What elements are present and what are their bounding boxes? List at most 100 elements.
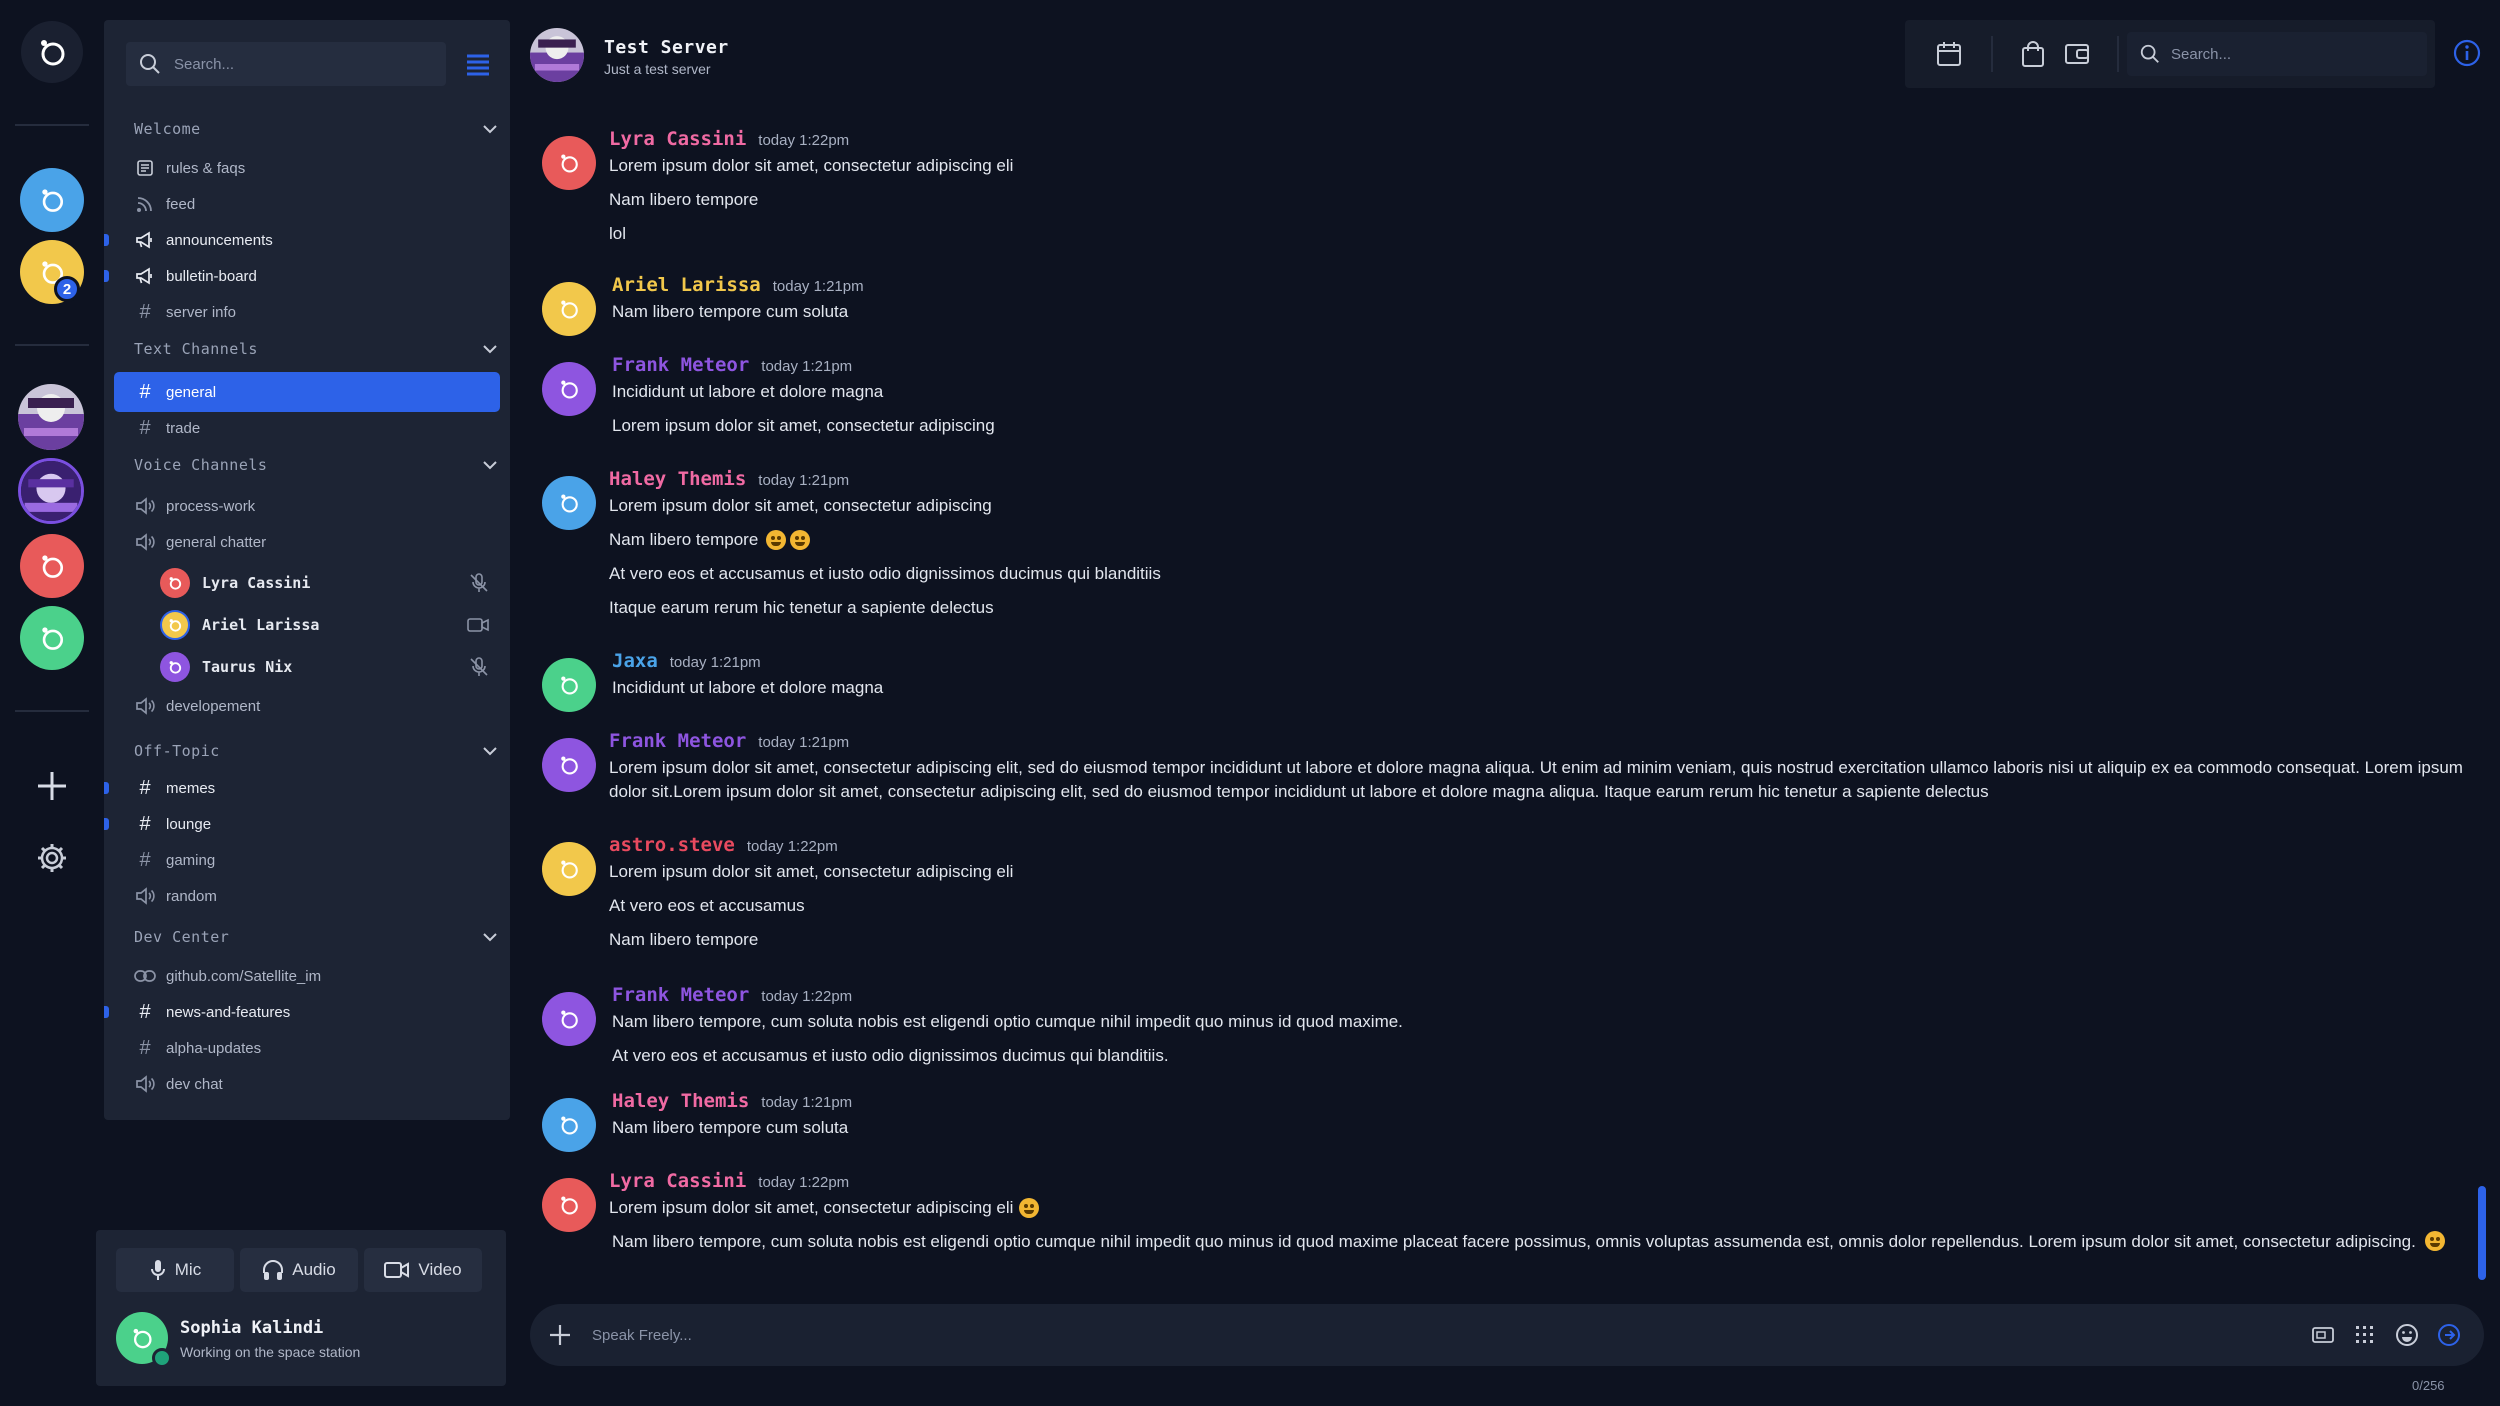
author-name[interactable]: Haley Themis [609, 468, 746, 490]
channel-feed[interactable]: feed [134, 188, 488, 220]
message-meta: Haley Themis today 1:21pm [612, 1090, 852, 1112]
headphones-icon [263, 1260, 284, 1280]
emoji-button[interactable] [2392, 1320, 2422, 1350]
channel-github-link[interactable]: github.com/Satellite_im [134, 960, 488, 992]
avatar[interactable] [542, 842, 596, 896]
channel-alpha-updates[interactable]: # alpha-updates [134, 1032, 488, 1064]
add-server-button[interactable] [30, 764, 74, 808]
scrollbar-thumb[interactable] [2478, 1186, 2486, 1280]
server-red[interactable] [20, 534, 84, 598]
channel-lounge[interactable]: # lounge [134, 808, 488, 840]
hash-icon: # [139, 1000, 151, 1023]
author-name[interactable]: Frank Meteor [609, 730, 746, 752]
mic-off-icon [470, 657, 488, 676]
sidebar-search[interactable]: Search... [126, 42, 446, 86]
channel-general-chatter[interactable]: general chatter [134, 526, 488, 558]
channel-server-info[interactable]: # server info [134, 296, 488, 328]
message-meta: Ariel Larissa today 1:21pm [612, 274, 864, 296]
channel-announcements[interactable]: announcements [134, 224, 488, 256]
mic-button[interactable]: Mic [116, 1248, 234, 1292]
channel-dev-chat[interactable]: dev chat [134, 1068, 488, 1100]
hash-icon: # [139, 812, 151, 835]
server-avatar-purple[interactable] [18, 384, 84, 450]
chevron-down-icon [483, 747, 497, 756]
message-input[interactable] [592, 1316, 2192, 1354]
channel-label: bulletin-board [166, 267, 257, 285]
channel-general[interactable]: # general [114, 372, 500, 412]
category-dev-center[interactable]: Dev Center [134, 922, 500, 952]
sticker-button[interactable] [2350, 1320, 2380, 1350]
message-text: Lorem ipsum dolor sit amet, consectetur … [609, 862, 1014, 881]
server-avatar-violet[interactable] [18, 458, 84, 524]
voice-user[interactable]: Lyra Cassini [160, 566, 490, 600]
author-name[interactable]: astro.steve [609, 834, 735, 856]
channel-gaming[interactable]: # gaming [134, 844, 488, 876]
avatar[interactable] [542, 658, 596, 712]
author-name[interactable]: Frank Meteor [612, 354, 749, 376]
calendar-button[interactable] [1933, 38, 1965, 70]
send-button[interactable] [2434, 1320, 2464, 1350]
author-name[interactable]: Ariel Larissa [612, 274, 761, 296]
megaphone-icon [134, 265, 156, 287]
gif-button[interactable] [2308, 1320, 2338, 1350]
avatar[interactable] [542, 282, 596, 336]
send-icon [2438, 1324, 2460, 1346]
video-button[interactable]: Video [364, 1248, 482, 1292]
author-name[interactable]: Lyra Cassini [609, 1170, 746, 1192]
channel-memes[interactable]: # memes [134, 772, 488, 804]
avatar [160, 610, 190, 640]
author-name[interactable]: Haley Themis [612, 1090, 749, 1112]
home-logo[interactable] [21, 21, 83, 83]
menu-button[interactable] [464, 50, 492, 78]
channel-bulletin-board[interactable]: bulletin-board [134, 260, 488, 292]
logo-icon [561, 1196, 578, 1215]
channel-label: dev chat [166, 1075, 223, 1093]
channel-label: server info [166, 303, 237, 321]
audio-button[interactable]: Audio [240, 1248, 358, 1292]
avatar[interactable] [542, 1098, 596, 1152]
message-composer [530, 1304, 2484, 1366]
speaker-icon [134, 695, 156, 717]
channel-news-and-features[interactable]: # news-and-features [134, 996, 488, 1028]
search-placeholder: Search... [174, 55, 235, 73]
avatar[interactable] [542, 362, 596, 416]
channel-trade[interactable]: # trade [134, 412, 488, 444]
server-blue[interactable] [20, 168, 84, 232]
message-list: Lyra Cassini today 1:22pm Lorem ipsum do… [530, 110, 2463, 1290]
logo-icon [561, 1116, 578, 1135]
avatar-art [21, 461, 81, 521]
voice-user[interactable]: Taurus Nix [160, 650, 490, 684]
channel-random[interactable]: random [134, 880, 488, 912]
chevron-down-icon [483, 345, 497, 354]
message-text: Lorem ipsum dolor sit amet, consectetur … [609, 496, 992, 515]
search-icon [140, 54, 160, 74]
attach-button[interactable] [544, 1319, 576, 1351]
category-welcome[interactable]: Welcome [134, 114, 500, 144]
wallet-button[interactable] [2061, 38, 2093, 70]
avatar[interactable] [542, 1178, 596, 1232]
server-avatar[interactable] [530, 28, 584, 82]
author-name[interactable]: Frank Meteor [612, 984, 749, 1006]
logo-icon [133, 1328, 152, 1349]
avatar[interactable] [542, 992, 596, 1046]
category-off-topic[interactable]: Off-Topic [134, 736, 500, 766]
header-search[interactable]: Search... [2127, 32, 2427, 76]
author-name[interactable]: Jaxa [612, 650, 658, 672]
category-text-channels[interactable]: Text Channels [134, 334, 500, 364]
avatar[interactable] [542, 738, 596, 792]
avatar[interactable] [542, 476, 596, 530]
avatar[interactable] [542, 136, 596, 190]
info-button[interactable] [2452, 38, 2482, 68]
channel-developement[interactable]: developement [134, 690, 488, 722]
avatar [160, 652, 190, 682]
marketplace-button[interactable] [2017, 38, 2049, 70]
voice-user[interactable]: Ariel Larissa [160, 608, 490, 642]
server-green[interactable] [20, 606, 84, 670]
category-voice-channels[interactable]: Voice Channels [134, 450, 500, 480]
channel-rules[interactable]: rules & faqs [134, 152, 488, 184]
character-counter: 0/256 [2412, 1378, 2445, 1393]
channel-process-work[interactable]: process-work [134, 490, 488, 522]
author-name[interactable]: Lyra Cassini [609, 128, 746, 150]
message-text: Lorem ipsum dolor sit amet, consectetur … [612, 416, 995, 435]
settings-button[interactable] [30, 836, 74, 880]
